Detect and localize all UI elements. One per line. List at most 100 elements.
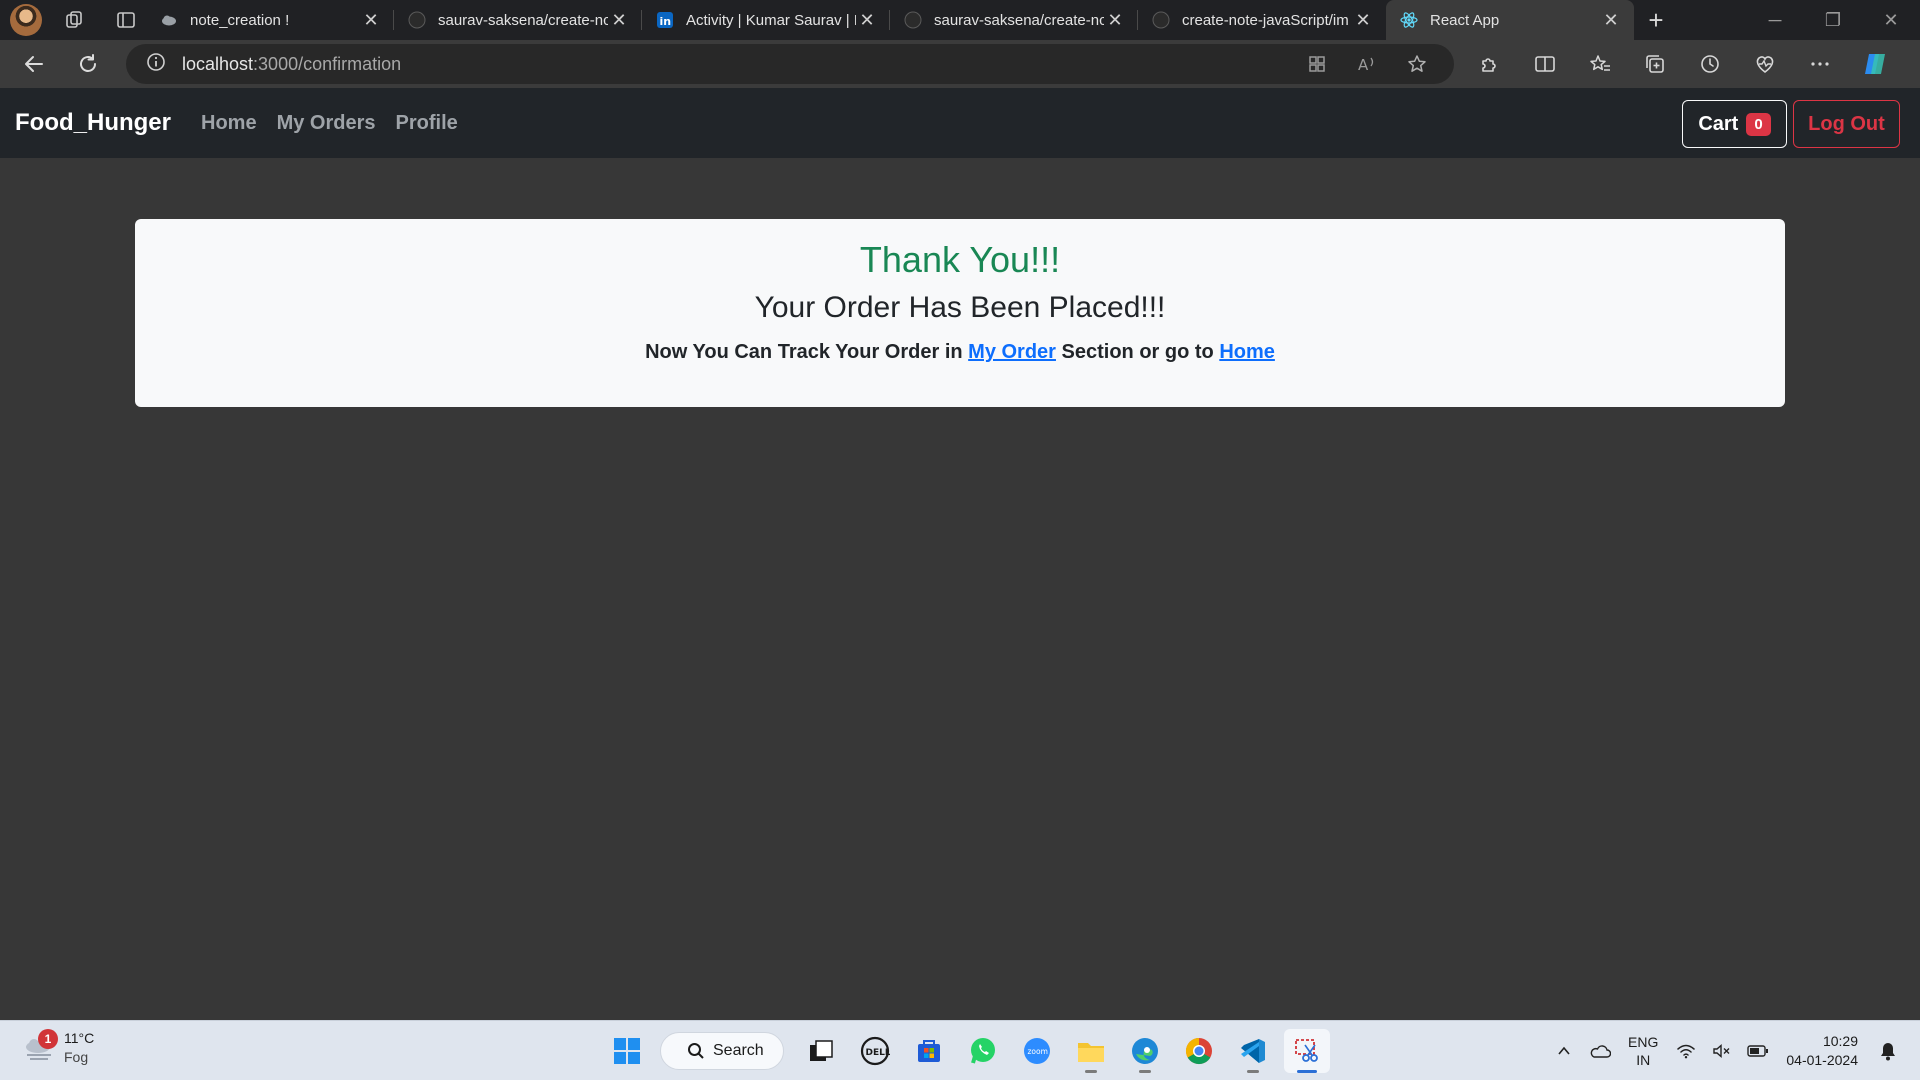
- snipping-tool-icon[interactable]: [1284, 1029, 1330, 1073]
- close-tab-icon[interactable]: ✕: [608, 9, 630, 31]
- whatsapp-icon[interactable]: [960, 1029, 1006, 1073]
- brand-logo[interactable]: Food_Hunger: [15, 109, 171, 137]
- github-icon: [408, 11, 426, 29]
- weather-text: 11°C Fog: [64, 1029, 94, 1067]
- microsoft-store-icon[interactable]: [906, 1029, 952, 1073]
- tab-strip-leading: [0, 0, 146, 40]
- battery-icon[interactable]: [1740, 1021, 1776, 1080]
- language-region: IN: [1636, 1052, 1651, 1068]
- refresh-icon[interactable]: [68, 44, 108, 84]
- split-screen-icon[interactable]: [1517, 40, 1572, 88]
- workspaces-icon[interactable]: [54, 0, 94, 40]
- profile-avatar[interactable]: [10, 4, 42, 36]
- close-window-icon[interactable]: ✕: [1862, 0, 1920, 40]
- tab-title: saurav-saksena/create-nc: [438, 11, 608, 29]
- track-order-text: Now You Can Track Your Order in My Order…: [135, 341, 1785, 364]
- taskbar-search[interactable]: Search: [660, 1032, 784, 1070]
- onedrive-cloud-icon[interactable]: [1582, 1021, 1618, 1080]
- file-explorer-icon[interactable]: [1068, 1029, 1114, 1073]
- taskbar: 1 11°C Fog Search DELL zoom ENG IN 10:29…: [0, 1020, 1920, 1080]
- svg-text:zoom: zoom: [1028, 1047, 1048, 1056]
- search-label: Search: [713, 1042, 764, 1059]
- github-icon: [1152, 11, 1170, 29]
- back-arrow-icon[interactable]: [14, 44, 54, 84]
- nav-link-profile[interactable]: Profile: [396, 112, 458, 135]
- browser-tab[interactable]: in Activity | Kumar Saurav | L ✕: [642, 0, 890, 40]
- fog-cloud-icon: 1: [22, 1029, 58, 1063]
- tab-actions-icon[interactable]: [106, 0, 146, 40]
- cart-label: Cart: [1698, 112, 1739, 135]
- tab-title: Activity | Kumar Saurav | L: [686, 11, 856, 29]
- nav-link-home[interactable]: Home: [201, 112, 257, 135]
- browser-tab[interactable]: saurav-saksena/create-nc ✕: [890, 0, 1138, 40]
- read-aloud-icon[interactable]: A: [1342, 44, 1392, 84]
- weather-condition: Fog: [64, 1049, 89, 1065]
- more-options-icon[interactable]: [1792, 40, 1847, 88]
- url-host: localhost: [182, 53, 254, 74]
- linkedin-icon: in: [656, 11, 674, 29]
- logout-button[interactable]: Log Out: [1793, 100, 1900, 148]
- running-indicator: [1297, 1070, 1317, 1073]
- running-indicator: [1139, 1070, 1151, 1073]
- clock-time: 10:29: [1822, 1033, 1858, 1049]
- url-text[interactable]: localhost:3000/confirmation: [182, 54, 401, 75]
- extensions-icon[interactable]: [1462, 40, 1517, 88]
- track-prefix: Now You Can Track Your Order in: [645, 341, 963, 363]
- window-controls: ─ ❐ ✕: [1746, 0, 1920, 40]
- svg-text:A: A: [1358, 56, 1369, 73]
- notification-bell-icon[interactable]: [1870, 1021, 1906, 1080]
- browser-tab[interactable]: note_creation ! ✕: [146, 0, 394, 40]
- volume-muted-icon[interactable]: [1704, 1021, 1740, 1080]
- react-icon: [1400, 11, 1418, 29]
- browser-tab-active[interactable]: React App ✕: [1386, 0, 1634, 40]
- tab-title: note_creation !: [190, 11, 290, 29]
- close-tab-icon[interactable]: ✕: [1104, 9, 1126, 31]
- minimize-icon[interactable]: ─: [1746, 0, 1804, 40]
- url-path: :3000/confirmation: [253, 53, 402, 74]
- new-tab-button[interactable]: +: [1634, 0, 1678, 40]
- restore-icon[interactable]: ❐: [1804, 0, 1862, 40]
- my-order-link[interactable]: My Order: [968, 341, 1056, 363]
- svg-text:DELL: DELL: [866, 1048, 891, 1058]
- favorites-icon[interactable]: [1572, 40, 1627, 88]
- browser-tab-strip: note_creation ! ✕ saurav-saksena/create-…: [0, 0, 1920, 40]
- browser-toolbar-right: [1462, 40, 1902, 88]
- chevron-up-icon[interactable]: [1546, 1021, 1582, 1080]
- close-tab-icon[interactable]: ✕: [360, 9, 382, 31]
- app-available-icon[interactable]: [1292, 44, 1342, 84]
- edge-icon[interactable]: [1122, 1029, 1168, 1073]
- dell-icon[interactable]: DELL: [852, 1029, 898, 1073]
- address-bar[interactable]: localhost:3000/confirmation A: [126, 44, 1454, 84]
- language-indicator[interactable]: ENG IN: [1628, 1033, 1658, 1069]
- copilot-icon[interactable]: [1847, 40, 1902, 88]
- tab-title: React App: [1430, 11, 1500, 29]
- close-tab-icon[interactable]: ✕: [1600, 9, 1622, 31]
- wifi-icon[interactable]: [1668, 1021, 1704, 1080]
- favorite-star-icon[interactable]: [1392, 44, 1442, 84]
- clock[interactable]: 10:29 04-01-2024: [1786, 1032, 1858, 1070]
- collections-icon[interactable]: [1627, 40, 1682, 88]
- start-button[interactable]: [604, 1029, 650, 1073]
- performance-icon[interactable]: [1737, 40, 1792, 88]
- home-link[interactable]: Home: [1219, 341, 1275, 363]
- history-icon[interactable]: [1682, 40, 1737, 88]
- nav-link-my-orders[interactable]: My Orders: [277, 112, 376, 135]
- weather-alert-badge: 1: [38, 1029, 58, 1049]
- close-tab-icon[interactable]: ✕: [1352, 9, 1374, 31]
- site-info-icon[interactable]: [146, 52, 166, 77]
- app-navbar: Food_Hunger Home My Orders Profile Cart …: [0, 88, 1920, 158]
- thank-you-heading: Thank You!!!: [859, 239, 1061, 280]
- confirmation-card: Thank You!!! Your Order Has Been Placed!…: [135, 219, 1785, 407]
- zoom-icon[interactable]: zoom: [1014, 1029, 1060, 1073]
- vscode-icon[interactable]: [1230, 1029, 1276, 1073]
- cart-button[interactable]: Cart 0: [1682, 100, 1787, 148]
- browser-tab[interactable]: saurav-saksena/create-nc ✕: [394, 0, 642, 40]
- task-view-icon[interactable]: [798, 1029, 844, 1073]
- search-icon: [688, 1043, 704, 1059]
- track-middle: Section or go to: [1061, 341, 1214, 363]
- chrome-icon[interactable]: [1176, 1029, 1222, 1073]
- close-tab-icon[interactable]: ✕: [856, 9, 878, 31]
- browser-tab[interactable]: create-note-javaScript/im ✕: [1138, 0, 1386, 40]
- weather-widget[interactable]: 1 11°C Fog: [22, 1029, 94, 1067]
- tab-title: create-note-javaScript/im: [1182, 11, 1349, 29]
